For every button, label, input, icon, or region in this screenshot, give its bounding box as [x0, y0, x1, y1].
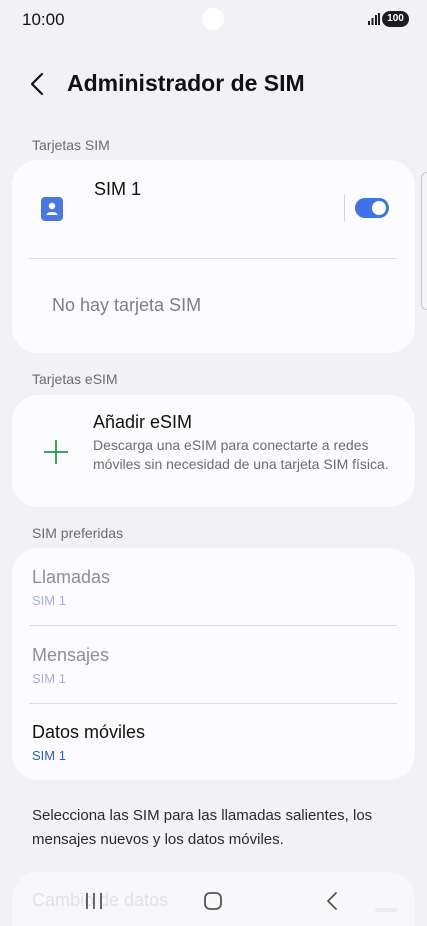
sim-manager-screen: 10:00 100 Administrador de SIM Tarjetas …: [0, 0, 427, 926]
divider: [29, 258, 397, 259]
add-esim-title: Añadir eSIM: [93, 412, 193, 432]
preferred-sim-group: Llamadas SIM 1 Mensajes SIM 1 Datos móvi…: [12, 548, 415, 780]
section-label-sim: Tarjetas SIM: [32, 137, 110, 153]
back-icon[interactable]: [24, 68, 52, 100]
section-label-esim: Tarjetas eSIM: [32, 371, 118, 387]
toggle-knob: [372, 201, 386, 215]
signal-icon: [368, 13, 380, 25]
back-icon[interactable]: [324, 890, 340, 912]
plus-icon: [44, 440, 68, 464]
pref-mobile-data-value: SIM 1: [32, 748, 66, 763]
scroll-indicator[interactable]: [421, 172, 427, 310]
status-bar: 10:00 100: [0, 0, 427, 40]
status-time: 10:00: [22, 10, 65, 29]
add-esim-description: Descarga una eSIM para conectarte a rede…: [93, 437, 389, 472]
nav-bar: [0, 880, 427, 926]
pref-mobile-data-row[interactable]: Datos móviles SIM 1: [12, 704, 415, 780]
sim1-toggle[interactable]: [355, 198, 389, 218]
footer-note: Selecciona las SIM para las llamadas sal…: [32, 807, 373, 848]
pref-calls-value: SIM 1: [32, 593, 66, 608]
add-esim-button[interactable]: Añadir eSIM Descarga una eSIM para conec…: [12, 395, 415, 507]
section-label-preferred: SIM preferidas: [32, 525, 124, 541]
pref-calls-title: Llamadas: [32, 567, 111, 587]
pref-messages-title: Mensajes: [32, 645, 110, 665]
sim1-name: SIM 1: [94, 179, 142, 199]
toggle-separator: [344, 195, 345, 221]
sim-card-group: SIM 1 No hay tarjeta SIM: [12, 160, 415, 353]
recents-icon[interactable]: [84, 890, 104, 912]
battery-icon: 100: [382, 11, 409, 27]
pref-messages-row: Mensajes SIM 1: [12, 626, 415, 703]
home-icon[interactable]: [203, 891, 223, 911]
pref-calls-row: Llamadas SIM 1: [12, 548, 415, 625]
no-sim-text: No hay tarjeta SIM: [52, 295, 202, 315]
page-title: Administrador de SIM: [67, 70, 305, 96]
pref-mobile-data-title: Datos móviles: [32, 722, 146, 742]
sim-card-icon: [41, 197, 63, 221]
pref-messages-value: SIM 1: [32, 671, 66, 686]
camera-cutout: [202, 8, 224, 30]
sim1-row[interactable]: SIM 1: [12, 160, 415, 258]
